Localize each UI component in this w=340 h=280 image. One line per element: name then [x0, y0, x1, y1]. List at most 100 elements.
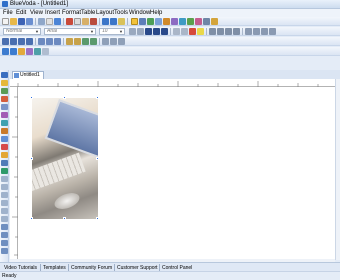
options-icon[interactable]: [42, 48, 49, 55]
radio-tool-icon[interactable]: [1, 208, 8, 214]
link-tool-icon[interactable]: [203, 18, 210, 25]
menu-tools[interactable]: Tools: [114, 10, 128, 17]
bring-front-icon[interactable]: [66, 38, 73, 45]
grid-icon[interactable]: [110, 38, 117, 45]
align-center-icon[interactable]: [217, 28, 224, 35]
lock-icon[interactable]: [102, 38, 109, 45]
page-canvas[interactable]: [18, 87, 335, 260]
align-objects-icon[interactable]: [2, 38, 9, 45]
editbox-icon[interactable]: [1, 184, 8, 190]
iframe-icon[interactable]: [1, 160, 8, 166]
properties-icon[interactable]: [2, 48, 9, 55]
resize-handle-b[interactable]: [63, 217, 66, 220]
document-tab[interactable]: Untitled1: [12, 71, 44, 79]
form-insert-icon[interactable]: [1, 176, 8, 182]
image-insert-icon[interactable]: [1, 88, 8, 94]
undo-icon[interactable]: [102, 18, 109, 25]
resize-handle-br[interactable]: [96, 217, 99, 220]
resize-handle-r[interactable]: [96, 157, 99, 160]
find-icon[interactable]: [118, 18, 125, 25]
justify-icon[interactable]: [233, 28, 240, 35]
template-icon[interactable]: [26, 48, 33, 55]
print-icon[interactable]: [38, 18, 45, 25]
marquee-icon[interactable]: [1, 248, 8, 254]
html-icon[interactable]: [10, 48, 17, 55]
google-map-icon[interactable]: [1, 168, 8, 174]
same-size-icon[interactable]: [54, 38, 61, 45]
menu-help[interactable]: Help: [150, 10, 162, 17]
same-height-icon[interactable]: [46, 38, 53, 45]
resize-handle-t[interactable]: [63, 96, 66, 99]
image-tool-icon[interactable]: [147, 18, 154, 25]
menu-edit[interactable]: Edit: [16, 10, 26, 17]
textbox-tool-icon[interactable]: [1, 80, 8, 86]
resize-handle-l[interactable]: [30, 157, 33, 160]
open-icon[interactable]: [10, 18, 17, 25]
new-icon[interactable]: [2, 18, 9, 25]
resize-handle-bl[interactable]: [30, 217, 33, 220]
menu-table[interactable]: Table: [81, 10, 95, 17]
select-tool-icon[interactable]: [1, 72, 8, 78]
align-right-icon[interactable]: [225, 28, 232, 35]
size-dropdown[interactable]: 10 ▼: [99, 28, 125, 35]
pointer-icon[interactable]: [131, 18, 138, 25]
italic-icon[interactable]: [153, 28, 160, 35]
selected-image[interactable]: [32, 98, 98, 219]
resize-handle-tl[interactable]: [30, 96, 33, 99]
align-left-icon[interactable]: [209, 28, 216, 35]
zoom-icon[interactable]: [211, 18, 218, 25]
combobox-tool-icon[interactable]: [1, 216, 8, 222]
table-insert-icon[interactable]: [1, 232, 8, 238]
font-up-icon[interactable]: [129, 28, 136, 35]
bold-icon[interactable]: [145, 28, 152, 35]
align-middle-icon[interactable]: [18, 38, 25, 45]
navbar-tool-icon[interactable]: [1, 120, 8, 126]
media-insert-icon[interactable]: [1, 152, 8, 158]
send-back-icon[interactable]: [74, 38, 81, 45]
layer-icon[interactable]: [34, 48, 41, 55]
media-tool-icon[interactable]: [195, 18, 202, 25]
menu-file[interactable]: File: [3, 10, 13, 17]
font-down-icon[interactable]: [137, 28, 144, 35]
menu-format[interactable]: Format: [62, 10, 81, 17]
copy-icon[interactable]: [74, 18, 81, 25]
same-width-icon[interactable]: [38, 38, 45, 45]
cut-icon[interactable]: [66, 18, 73, 25]
indent-icon[interactable]: [261, 28, 268, 35]
align-top-icon[interactable]: [10, 38, 17, 45]
shape-insert-icon[interactable]: [1, 96, 8, 102]
shape-tool-icon[interactable]: [155, 18, 162, 25]
rollover-icon[interactable]: [163, 18, 170, 25]
subscript-icon[interactable]: [181, 28, 188, 35]
menu-window[interactable]: Window: [129, 10, 150, 17]
redo-icon[interactable]: [110, 18, 117, 25]
preview-icon[interactable]: [26, 18, 33, 25]
button-tool-icon[interactable]: [1, 112, 8, 118]
resize-handle-tr[interactable]: [96, 96, 99, 99]
menu-insert[interactable]: Insert: [45, 10, 60, 17]
form-tool-icon[interactable]: [171, 18, 178, 25]
submit-tool-icon[interactable]: [1, 224, 8, 230]
html-insert-icon[interactable]: [1, 240, 8, 246]
table-tool-icon[interactable]: [179, 18, 186, 25]
style-dropdown[interactable]: Normal ▼: [3, 28, 41, 35]
youtube-icon[interactable]: [1, 144, 8, 150]
outdent-icon[interactable]: [269, 28, 276, 35]
page-properties-icon[interactable]: [46, 18, 53, 25]
group-icon[interactable]: [82, 38, 89, 45]
superscript-icon[interactable]: [173, 28, 180, 35]
menu-tool-icon[interactable]: [1, 128, 8, 134]
paste-icon[interactable]: [82, 18, 89, 25]
numbering-icon[interactable]: [253, 28, 260, 35]
menu-view[interactable]: View: [30, 10, 43, 17]
checkbox-tool-icon[interactable]: [1, 200, 8, 206]
vertical-scrollbar[interactable]: [335, 79, 340, 260]
snap-icon[interactable]: [118, 38, 125, 45]
publish-icon[interactable]: [54, 18, 61, 25]
underline-icon[interactable]: [161, 28, 168, 35]
menu-layout[interactable]: Layout: [96, 10, 114, 17]
font-dropdown[interactable]: Arial ▼: [44, 28, 96, 35]
text-tool-icon[interactable]: [139, 18, 146, 25]
bullets-icon[interactable]: [245, 28, 252, 35]
site-manager-icon[interactable]: [18, 48, 25, 55]
